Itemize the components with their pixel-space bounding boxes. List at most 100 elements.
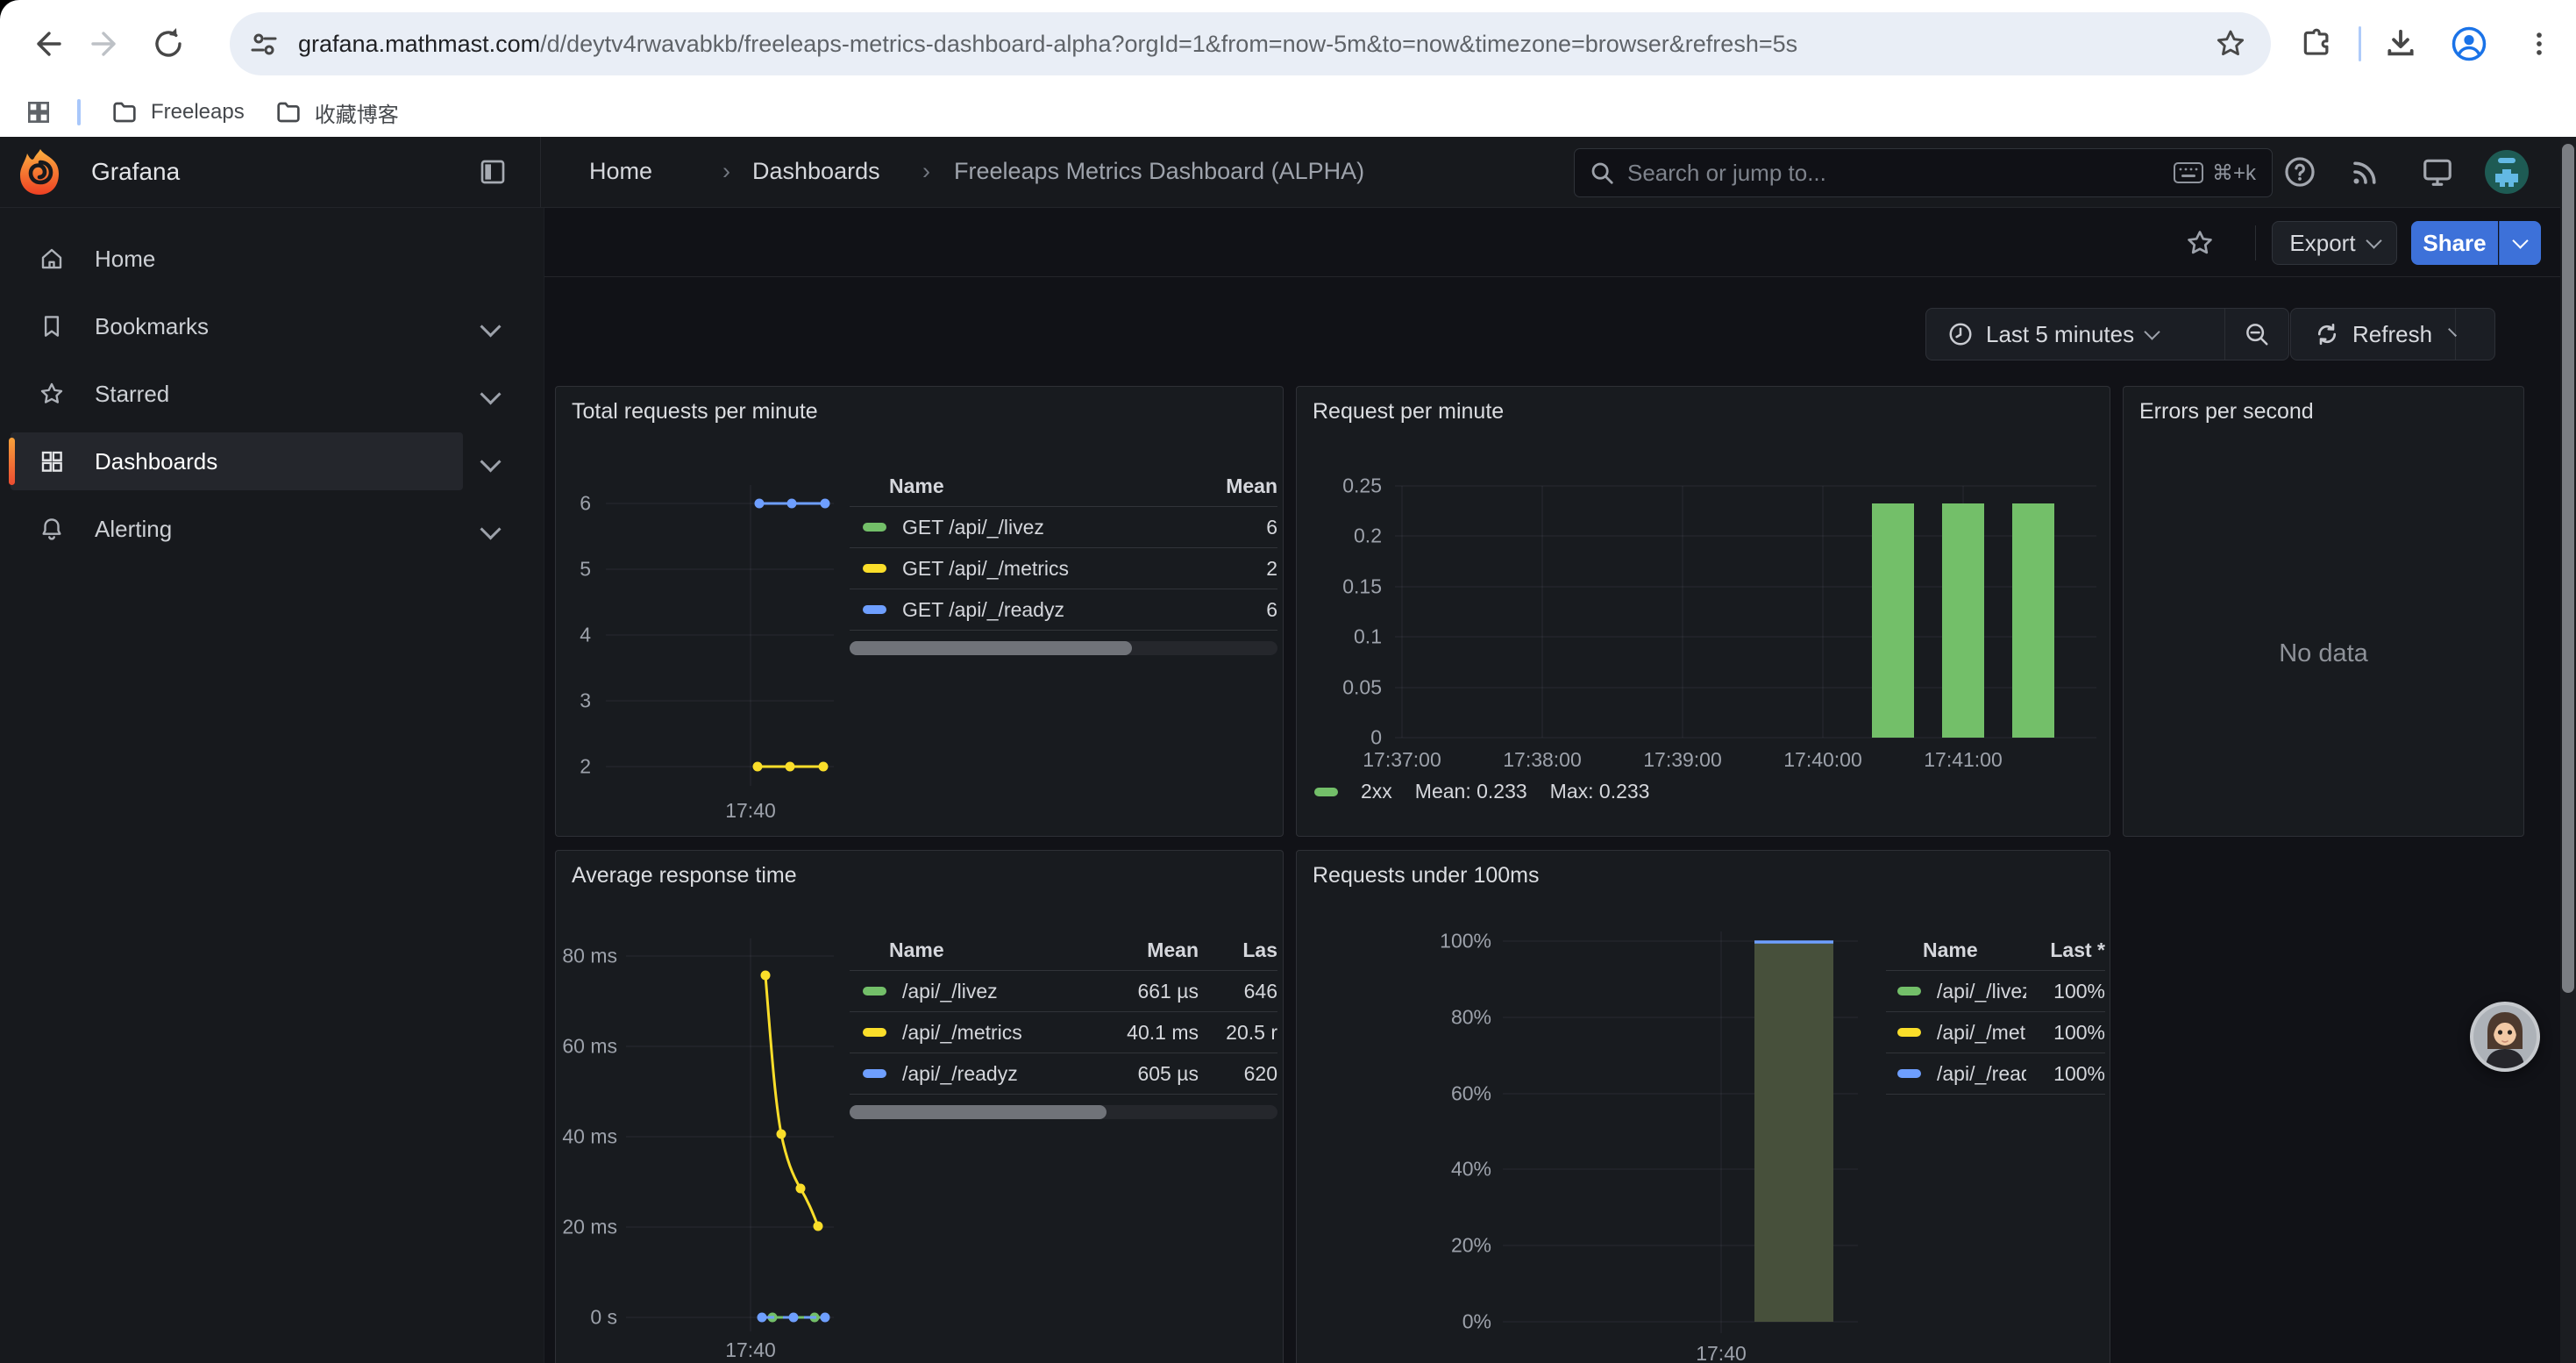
extensions-button[interactable] xyxy=(2295,23,2338,65)
series-mean: 605 µs xyxy=(1085,1062,1199,1086)
legend-row[interactable]: /api/_/livez 100% xyxy=(1886,971,2105,1012)
downloads-button[interactable] xyxy=(2380,23,2422,65)
series-swatch-yellow[interactable] xyxy=(1897,1028,1921,1037)
series-swatch-blue[interactable] xyxy=(863,605,886,614)
browser-menu-button[interactable] xyxy=(2518,23,2560,65)
bookmark-folder-freeleaps[interactable]: Freeleaps xyxy=(110,98,245,126)
sidebar-item-home[interactable]: Home xyxy=(0,230,544,288)
zoom-out-button[interactable] xyxy=(2224,309,2288,360)
export-button[interactable]: Export xyxy=(2272,221,2397,265)
legend-col-last[interactable]: Last * xyxy=(2026,938,2105,962)
panel-total-requests[interactable]: Total requests per minute 6 5 4 3 2 17:4… xyxy=(555,386,1284,837)
legend-scrollbar-thumb[interactable] xyxy=(850,641,1132,655)
share-menu-button[interactable] xyxy=(2499,221,2541,265)
news-button[interactable] xyxy=(2345,151,2387,193)
chevron-down-icon[interactable] xyxy=(480,518,501,539)
panel-requests-under-100ms[interactable]: Requests under 100ms 100% 80% 60% 40% 20… xyxy=(1296,850,2110,1363)
legend-row[interactable]: /api/_/metrics 100% xyxy=(1886,1012,2105,1053)
bookmark-folder-blogs[interactable]: 收藏博客 xyxy=(274,97,399,128)
sidebar-item-dashboards[interactable]: Dashboards xyxy=(0,432,544,490)
url-text[interactable]: grafana.mathmast.com/d/deytv4rwavabkb/fr… xyxy=(298,31,2213,58)
url-bar[interactable]: grafana.mathmast.com/d/deytv4rwavabkb/fr… xyxy=(230,12,2271,75)
y-tick: 0.05 xyxy=(1297,676,1382,700)
panel-average-response-time[interactable]: Average response time 80 ms 60 ms 40 ms … xyxy=(555,850,1284,1363)
series-mean: 6 xyxy=(1172,516,1277,539)
series-last: 20.5 r xyxy=(1199,1021,1277,1045)
series-mean: 40.1 ms xyxy=(1085,1021,1199,1045)
profile-icon xyxy=(2451,25,2487,62)
search-input[interactable]: Search or jump to... ⌘+k xyxy=(1574,148,2273,197)
series-swatch-blue[interactable] xyxy=(1897,1069,1921,1078)
x-tick: 17:37:00 xyxy=(1363,748,1441,772)
y-tick: 2 xyxy=(556,755,591,779)
refresh-interval-button[interactable] xyxy=(2455,309,2494,360)
share-button[interactable]: Share xyxy=(2411,221,2498,265)
legend-col-mean[interactable]: Mean xyxy=(1085,938,1199,962)
apps-grid-button[interactable] xyxy=(25,98,53,126)
panel-errors-per-second[interactable]: Errors per second No data xyxy=(2123,386,2524,837)
time-range-picker[interactable]: Last 5 minutes xyxy=(1926,309,2224,360)
series-name[interactable]: /api/_/livez xyxy=(902,980,1085,1003)
series-swatch-green[interactable] xyxy=(1314,788,1338,796)
kiosk-mode-button[interactable] xyxy=(2416,151,2459,193)
panel-title[interactable]: Errors per second xyxy=(2139,399,2314,425)
help-button[interactable] xyxy=(2279,151,2321,193)
user-avatar[interactable] xyxy=(2485,150,2529,194)
chevron-down-icon[interactable] xyxy=(480,383,501,404)
series-swatch-yellow[interactable] xyxy=(863,1028,886,1037)
grafana-logo[interactable] xyxy=(19,148,60,196)
legend-row[interactable]: GET /api/_/readyz 6 xyxy=(850,589,1277,631)
chevron-down-icon[interactable] xyxy=(480,451,501,472)
legend-scrollbar[interactable] xyxy=(850,641,1277,655)
series-name[interactable]: GET /api/_/readyz xyxy=(902,598,1172,622)
legend-row[interactable]: /api/_/metrics 40.1 ms 20.5 r xyxy=(850,1012,1277,1053)
dock-menu-toggle-icon[interactable] xyxy=(479,158,507,186)
legend-row[interactable]: GET /api/_/livez 6 xyxy=(850,507,1277,548)
series-name[interactable]: /api/_/metrics xyxy=(902,1021,1085,1045)
series-swatch-yellow[interactable] xyxy=(863,564,886,573)
series-name[interactable]: GET /api/_/livez xyxy=(902,516,1172,539)
grafana-brand[interactable]: Grafana xyxy=(91,158,180,186)
sidebar-item-alerting[interactable]: Alerting xyxy=(0,500,544,558)
legend-row[interactable]: /api/_/readyz 100% xyxy=(1886,1053,2105,1095)
legend-scrollbar-thumb[interactable] xyxy=(850,1105,1107,1119)
legend-col-name[interactable]: Name xyxy=(889,938,1085,962)
legend-scrollbar[interactable] xyxy=(850,1105,1277,1119)
series-name[interactable]: /api/_/metrics xyxy=(1937,1021,2026,1045)
requests-under-100ms-chart[interactable] xyxy=(1297,851,2110,1363)
legend-col-mean[interactable]: Mean xyxy=(1172,475,1277,498)
series-name[interactable]: /api/_/livez xyxy=(1937,980,2026,1003)
panel-request-per-minute[interactable]: Request per minute 0.25 0.2 0.15 0.1 0.0… xyxy=(1296,386,2110,837)
legend-row[interactable]: GET /api/_/metrics 2 xyxy=(850,548,1277,589)
back-button[interactable] xyxy=(25,23,67,65)
bookmark-star-icon[interactable] xyxy=(2213,26,2248,61)
series-swatch-green[interactable] xyxy=(863,523,886,532)
legend-row[interactable]: /api/_/livez 661 µs 646 xyxy=(850,971,1277,1012)
series-swatch-green[interactable] xyxy=(1897,987,1921,995)
forward-button[interactable] xyxy=(86,23,128,65)
favorite-star-icon[interactable] xyxy=(2185,228,2215,258)
series-swatch-blue[interactable] xyxy=(863,1069,886,1078)
series-swatch-green[interactable] xyxy=(863,987,886,995)
series-name[interactable]: /api/_/readyz xyxy=(1937,1062,2026,1086)
legend-row[interactable]: /api/_/readyz 605 µs 620 xyxy=(850,1053,1277,1095)
page-scrollbar[interactable] xyxy=(2560,137,2576,1363)
chevron-down-icon[interactable] xyxy=(480,316,501,337)
breadcrumb-home[interactable]: Home xyxy=(589,158,652,185)
legend-col-name[interactable]: Name xyxy=(889,475,1172,498)
sidebar-item-bookmarks[interactable]: Bookmarks xyxy=(0,297,544,355)
assistant-avatar[interactable] xyxy=(2470,1002,2540,1072)
sidebar-item-starred[interactable]: Starred xyxy=(0,365,544,423)
series-name[interactable]: GET /api/_/metrics xyxy=(902,557,1172,581)
refresh-button[interactable]: Refresh xyxy=(2291,309,2455,360)
page-scrollbar-thumb[interactable] xyxy=(2562,144,2574,993)
site-settings-icon[interactable] xyxy=(249,29,279,59)
series-name[interactable]: 2xx xyxy=(1361,780,1392,803)
profile-button[interactable] xyxy=(2448,23,2490,65)
breadcrumb-dashboards[interactable]: Dashboards xyxy=(752,158,880,185)
download-icon xyxy=(2384,27,2417,61)
legend-col-name[interactable]: Name xyxy=(1923,938,2026,962)
reload-button[interactable] xyxy=(147,23,189,65)
legend-col-last[interactable]: Las xyxy=(1199,938,1277,962)
series-name[interactable]: /api/_/readyz xyxy=(902,1062,1085,1086)
